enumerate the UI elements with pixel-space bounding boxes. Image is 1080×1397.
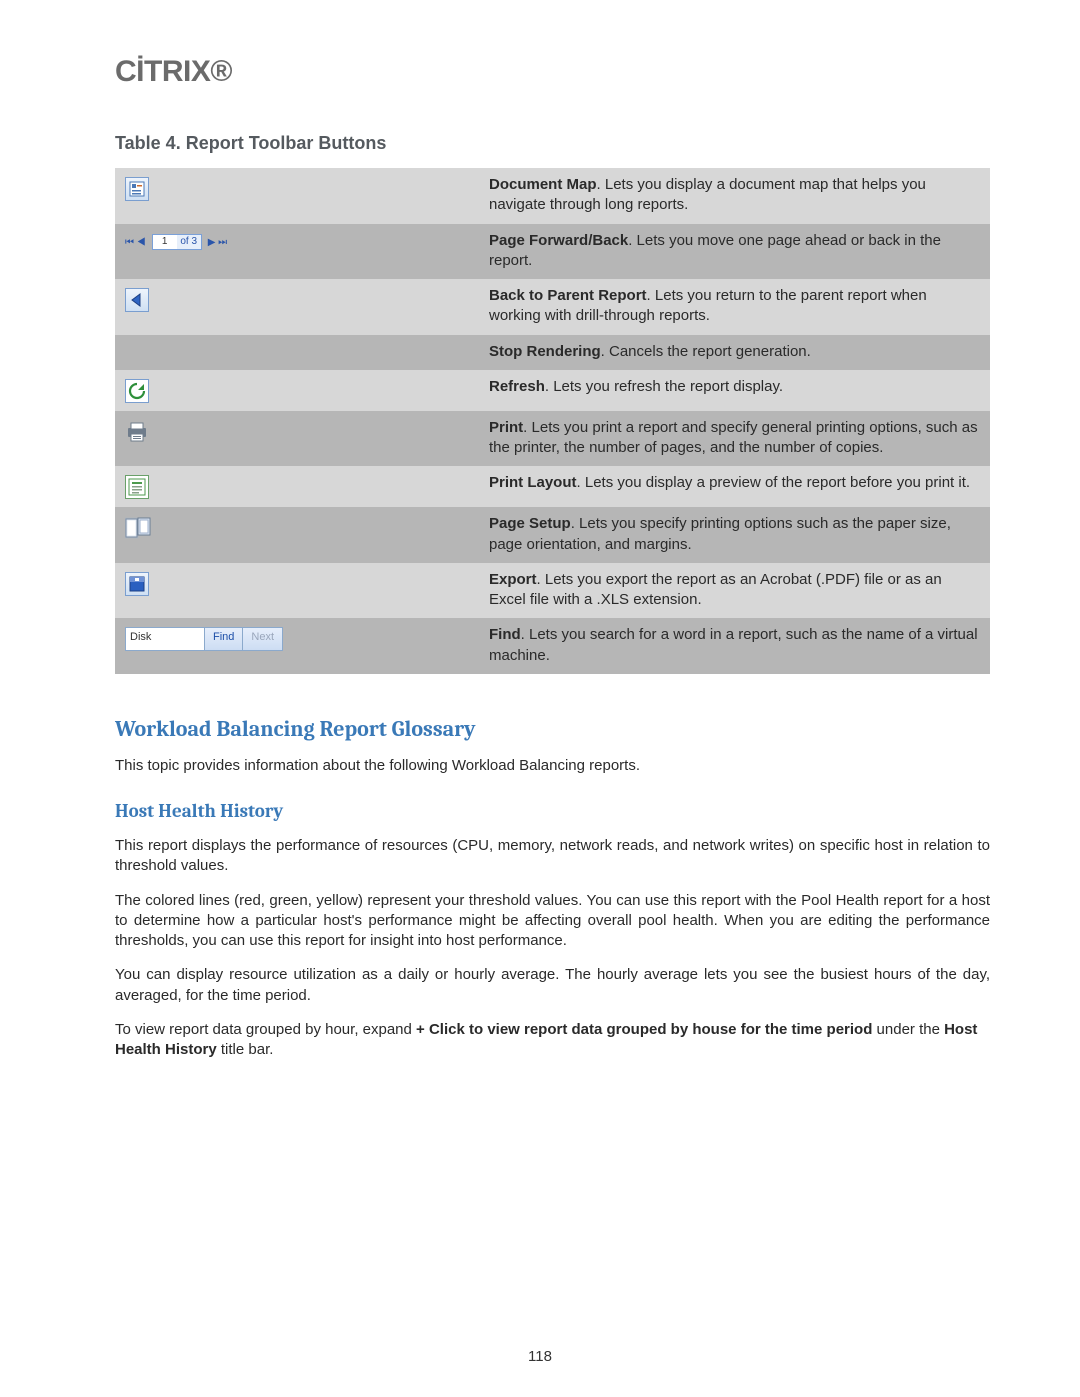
desc: . Lets you search for a word in a report… [489, 626, 978, 663]
desc: . Lets you refresh the report display. [545, 378, 783, 395]
table-row: Disk Find Next Find. Lets you search for… [115, 618, 990, 674]
table-row: Print. Lets you print a report and speci… [115, 411, 990, 467]
find-input: Disk [126, 628, 204, 650]
pager-left: ⏮ ◀ [125, 236, 146, 250]
table-caption: Table 4. Report Toolbar Buttons [115, 133, 990, 154]
body-bold: + Click to view report data grouped by h… [416, 1021, 872, 1038]
table-row: Page Setup. Lets you specify printing op… [115, 507, 990, 563]
page-forward-back-icon: ⏮ ◀ 1of 3 ▶ ⏭ [125, 234, 227, 250]
table-row: ⏮ ◀ 1of 3 ▶ ⏭ Page Forward/Back. Lets yo… [115, 224, 990, 280]
table-row: Document Map. Lets you display a documen… [115, 168, 990, 224]
term: Page Setup [489, 515, 571, 532]
print-icon [125, 420, 149, 444]
term: Stop Rendering [489, 343, 601, 360]
page: CİTRIX® Table 4. Report Toolbar Buttons … [0, 0, 1080, 1397]
report-toolbar-table: Document Map. Lets you display a documen… [115, 168, 990, 674]
term: Print Layout [489, 474, 577, 491]
back-to-parent-icon [125, 288, 149, 312]
body-text: title bar. [217, 1041, 274, 1058]
find-next-label: Next [242, 628, 282, 650]
term: Document Map [489, 176, 597, 193]
desc: . Cancels the report generation. [601, 343, 811, 360]
body-text: To view report data grouped by hour, exp… [115, 1021, 416, 1038]
document-map-icon [125, 177, 149, 201]
body-paragraph: This report displays the performance of … [115, 836, 990, 877]
desc: . Lets you print a report and specify ge… [489, 419, 978, 456]
logo-text: CİTRIX [115, 55, 210, 88]
table-row: Print Layout. Lets you display a preview… [115, 466, 990, 507]
refresh-icon [125, 379, 149, 403]
find-bar-icon: Disk Find Next [125, 627, 283, 651]
table-row: Back to Parent Report. Lets you return t… [115, 279, 990, 335]
table-row: Stop Rendering. Cancels the report gener… [115, 335, 990, 370]
export-icon [125, 572, 149, 596]
table-row: Refresh. Lets you refresh the report dis… [115, 370, 990, 411]
term: Page Forward/Back [489, 232, 628, 249]
body-paragraph: You can display resource utilization as … [115, 965, 990, 1006]
page-setup-icon [125, 516, 151, 540]
print-layout-icon [125, 475, 149, 499]
citrix-logo: CİTRIX® [115, 55, 990, 89]
term: Print [489, 419, 523, 436]
page-number: 118 [0, 1348, 1080, 1365]
find-button-label: Find [204, 628, 242, 650]
term: Export [489, 571, 537, 588]
term: Refresh [489, 378, 545, 395]
term: Find [489, 626, 521, 643]
term: Back to Parent Report [489, 287, 647, 304]
intro-paragraph: This topic provides information about th… [115, 756, 990, 776]
pager-page: 1 [153, 235, 177, 249]
body-paragraph: To view report data grouped by hour, exp… [115, 1020, 990, 1061]
desc: . Lets you export the report as an Acrob… [489, 571, 942, 608]
body-text: under the [872, 1021, 944, 1038]
desc: . Lets you display a preview of the repo… [577, 474, 971, 491]
pager-right: ▶ ⏭ [208, 236, 227, 250]
section-heading: Workload Balancing Report Glossary [115, 716, 990, 742]
subsection-heading: Host Health History [115, 800, 990, 822]
body-paragraph: The colored lines (red, green, yellow) r… [115, 891, 990, 952]
pager-of: of 3 [177, 235, 201, 249]
table-row: Export. Lets you export the report as an… [115, 563, 990, 619]
